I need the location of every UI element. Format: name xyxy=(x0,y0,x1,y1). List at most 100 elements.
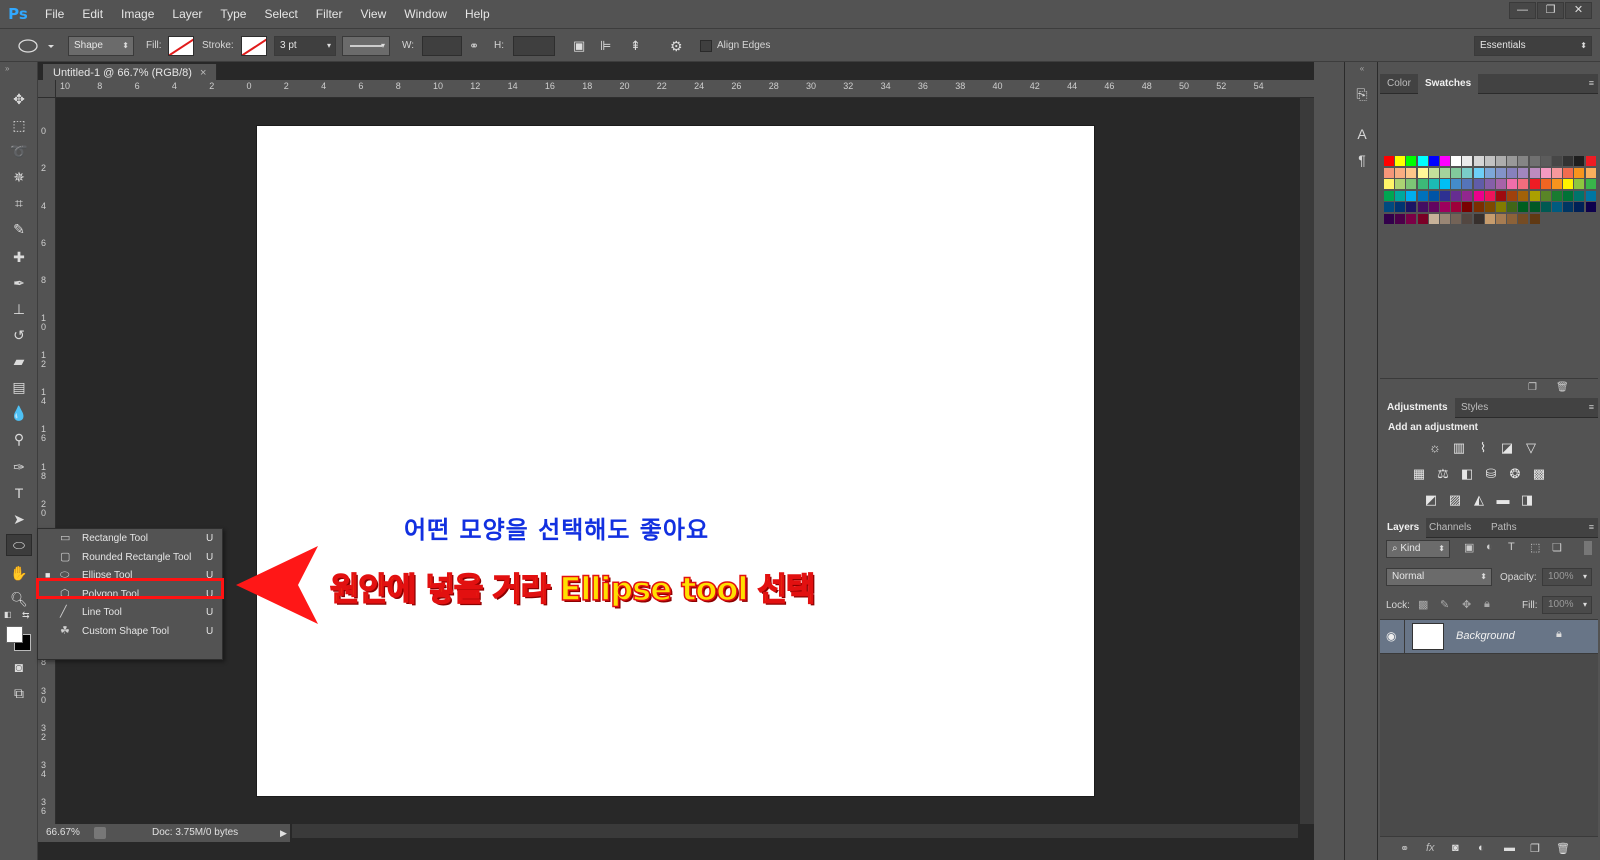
swatch[interactable] xyxy=(1552,190,1562,201)
link-icon[interactable]: ⚭ xyxy=(469,36,483,56)
filter-adjustment-icon[interactable]: ◐ xyxy=(1486,541,1493,553)
swatch[interactable] xyxy=(1518,202,1529,213)
expand-icon[interactable]: « xyxy=(1348,64,1376,74)
swatch[interactable] xyxy=(1384,167,1394,178)
swatch[interactable] xyxy=(1440,214,1450,224)
swatch[interactable] xyxy=(1507,156,1518,166)
swatch[interactable] xyxy=(1574,167,1585,178)
eyedropper-tool-icon[interactable]: ✎ xyxy=(6,218,32,240)
height-input[interactable] xyxy=(513,36,555,56)
quick-mask-icon[interactable]: ◙ xyxy=(6,656,32,678)
swatch[interactable] xyxy=(1563,156,1574,166)
link-layers-icon[interactable]: ⚭ xyxy=(1400,842,1409,855)
swatch[interactable] xyxy=(1540,167,1551,178)
panel-menu-icon[interactable]: ≡ xyxy=(1589,522,1594,532)
swatch[interactable] xyxy=(1507,179,1518,190)
color-balance-icon[interactable]: ⚖ xyxy=(1434,466,1452,482)
swatch[interactable] xyxy=(1529,179,1540,190)
flyout-item[interactable]: ☘ Custom Shape Tool U xyxy=(38,622,222,641)
eye-icon[interactable]: ◉ xyxy=(1386,629,1396,643)
menu-edit[interactable]: Edit xyxy=(73,0,112,28)
tab-paths[interactable]: Paths xyxy=(1484,518,1524,538)
swatch[interactable] xyxy=(1384,214,1394,224)
filter-smart-icon[interactable]: ❏ xyxy=(1552,541,1562,554)
swatch[interactable] xyxy=(1529,214,1540,224)
swatch[interactable] xyxy=(1417,156,1428,166)
trash-icon[interactable]: 🗑︎ xyxy=(1556,842,1570,855)
swatch[interactable] xyxy=(1563,202,1574,213)
swatch[interactable] xyxy=(1507,190,1518,201)
menu-help[interactable]: Help xyxy=(456,0,499,28)
swatch[interactable] xyxy=(1574,202,1585,213)
history-brush-tool-icon[interactable]: ↺ xyxy=(6,324,32,346)
swatch[interactable] xyxy=(1428,214,1439,224)
swatch[interactable] xyxy=(1518,190,1529,201)
close-button[interactable]: ✕ xyxy=(1565,2,1592,19)
lock-position-icon[interactable]: ✥ xyxy=(1462,598,1471,611)
swatch[interactable] xyxy=(1507,202,1518,213)
width-input[interactable] xyxy=(422,36,462,56)
swatch[interactable] xyxy=(1440,190,1450,201)
fill-swatch[interactable] xyxy=(168,36,194,56)
filter-type-icon[interactable]: T xyxy=(1508,541,1515,553)
hue-saturation-icon[interactable]: ▦ xyxy=(1410,466,1428,482)
fx-icon[interactable]: fx xyxy=(1426,842,1435,854)
swatch[interactable] xyxy=(1563,190,1574,201)
workspace-select[interactable]: Essentials ⬍ xyxy=(1474,36,1592,56)
swatch[interactable] xyxy=(1462,202,1473,213)
swatch[interactable] xyxy=(1428,156,1439,166)
zoom-level[interactable]: 66.67% xyxy=(46,824,80,842)
swatch[interactable] xyxy=(1518,214,1529,224)
close-tab-icon[interactable]: × xyxy=(200,67,206,79)
swatch[interactable] xyxy=(1384,179,1394,190)
swatch[interactable] xyxy=(1451,190,1462,201)
swatch[interactable] xyxy=(1395,214,1406,224)
path-operations-icon[interactable]: ▣ xyxy=(573,36,591,56)
swatch[interactable] xyxy=(1484,156,1495,166)
swatch[interactable] xyxy=(1440,202,1450,213)
swatch[interactable] xyxy=(1507,167,1518,178)
gradient-tool-icon[interactable]: ▤ xyxy=(6,376,32,398)
character-panel-icon[interactable]: A xyxy=(1353,126,1371,146)
swatch[interactable] xyxy=(1406,202,1417,213)
status-arrow-icon[interactable]: ▶ xyxy=(280,824,287,842)
vertical-scrollbar[interactable] xyxy=(1300,98,1314,824)
swatch[interactable] xyxy=(1574,156,1585,166)
swatch[interactable] xyxy=(1417,190,1428,201)
history-panel-icon[interactable]: ⎘ xyxy=(1353,86,1371,106)
swatch[interactable] xyxy=(1484,167,1495,178)
filter-toggle[interactable] xyxy=(1584,541,1592,555)
swatch[interactable] xyxy=(1417,179,1428,190)
lock-transparent-icon[interactable]: ▩ xyxy=(1418,598,1428,611)
swatch[interactable] xyxy=(1585,202,1596,213)
swatch[interactable] xyxy=(1507,214,1518,224)
swatch[interactable] xyxy=(1473,202,1484,213)
menu-image[interactable]: Image xyxy=(112,0,163,28)
gradient-map-icon[interactable]: ▬ xyxy=(1494,492,1512,508)
invert-icon[interactable]: ◩ xyxy=(1422,492,1440,508)
swatch[interactable] xyxy=(1417,214,1428,224)
flyout-item[interactable]: ▭ Rectangle Tool U xyxy=(38,529,222,548)
swatch[interactable] xyxy=(1428,202,1439,213)
collapse-icon[interactable]: » xyxy=(5,64,9,73)
swatch[interactable] xyxy=(1406,167,1417,178)
swatch[interactable] xyxy=(1484,179,1495,190)
swatch[interactable] xyxy=(1484,202,1495,213)
hand-tool-icon[interactable]: ✋ xyxy=(6,562,32,584)
swatch[interactable] xyxy=(1473,190,1484,201)
menu-layer[interactable]: Layer xyxy=(163,0,211,28)
swatch[interactable] xyxy=(1496,179,1506,190)
tab-channels[interactable]: Channels xyxy=(1422,518,1478,538)
swatch[interactable] xyxy=(1451,214,1462,224)
opacity-field[interactable]: 100% ▾ xyxy=(1542,568,1592,586)
horizontal-scrollbar[interactable] xyxy=(292,824,1298,838)
swatch[interactable] xyxy=(1540,179,1551,190)
minimize-button[interactable]: — xyxy=(1509,2,1536,19)
gear-icon[interactable]: ⚙ xyxy=(670,36,688,56)
swatch[interactable] xyxy=(1428,179,1439,190)
ellipse-tool-icon[interactable]: ⬭ xyxy=(6,534,32,556)
path-selection-tool-icon[interactable]: ➤ xyxy=(6,508,32,530)
swatch[interactable] xyxy=(1529,156,1540,166)
swatch[interactable] xyxy=(1451,179,1462,190)
swatch[interactable] xyxy=(1529,190,1540,201)
